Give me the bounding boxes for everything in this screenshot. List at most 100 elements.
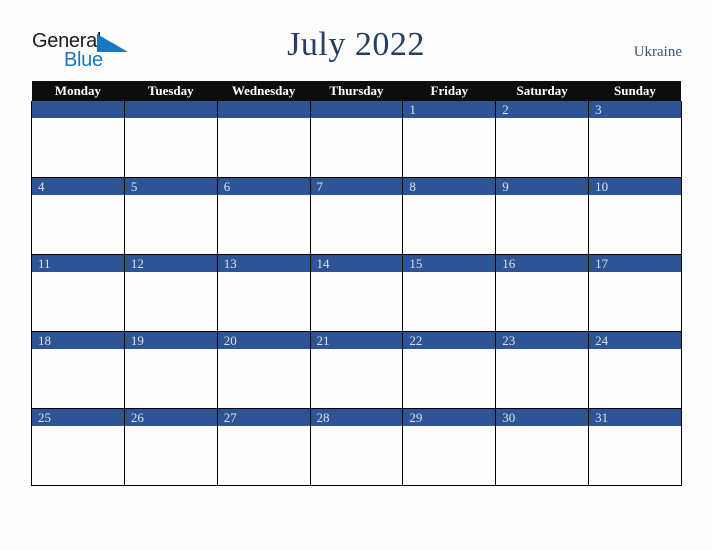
day-cell[interactable]: 21	[309, 331, 404, 409]
day-cell[interactable]: 9	[495, 177, 590, 255]
day-cell[interactable]: 20	[216, 331, 311, 409]
day-notes-area[interactable]	[589, 426, 681, 485]
day-cell[interactable]	[31, 101, 125, 178]
day-notes-area[interactable]	[125, 272, 217, 331]
day-cell[interactable]: 16	[495, 254, 590, 332]
day-notes-area[interactable]	[32, 349, 124, 408]
day-cell[interactable]: 10	[588, 177, 682, 255]
day-number: 9	[496, 178, 589, 195]
calendar-week-row: 4 5 6 7 8 9 10	[31, 177, 682, 255]
day-notes-area[interactable]	[496, 426, 588, 485]
day-cell[interactable]: 14	[309, 254, 404, 332]
day-number: 23	[496, 332, 589, 349]
day-number: 18	[32, 332, 124, 349]
day-number: 16	[496, 255, 589, 272]
day-number: 13	[217, 255, 310, 272]
weekday-header-tuesday: Tuesday	[124, 81, 218, 101]
day-cell[interactable]: 29	[402, 408, 497, 486]
day-cell[interactable]: 31	[588, 408, 682, 486]
day-cell[interactable]: 6	[216, 177, 311, 255]
day-cell[interactable]: 30	[495, 408, 590, 486]
day-cell[interactable]	[309, 101, 404, 178]
weekday-header-friday: Friday	[402, 81, 496, 101]
day-cell[interactable]	[123, 101, 218, 178]
day-notes-area[interactable]	[589, 349, 681, 408]
day-cell[interactable]: 5	[123, 177, 218, 255]
day-number	[32, 101, 124, 118]
day-number: 1	[403, 101, 496, 118]
day-notes-area[interactable]	[403, 195, 495, 254]
day-notes-area[interactable]	[125, 195, 217, 254]
calendar-body: 1 2 3 4 5 6 7 8 9 10 11 12 13 14 15 16 1…	[31, 101, 682, 486]
day-cell[interactable]: 11	[31, 254, 125, 332]
day-notes-area[interactable]	[311, 426, 403, 485]
day-number: 28	[310, 409, 403, 426]
day-number: 3	[589, 101, 681, 118]
day-number: 22	[403, 332, 496, 349]
day-cell[interactable]: 18	[31, 331, 125, 409]
day-cell[interactable]: 19	[123, 331, 218, 409]
day-cell[interactable]: 17	[588, 254, 682, 332]
day-cell[interactable]: 15	[402, 254, 497, 332]
day-notes-area[interactable]	[496, 272, 588, 331]
day-number: 4	[32, 178, 124, 195]
day-notes-area[interactable]	[496, 349, 588, 408]
day-notes-area[interactable]	[125, 118, 217, 177]
day-notes-area[interactable]	[311, 118, 403, 177]
day-notes-area[interactable]	[32, 426, 124, 485]
day-cell[interactable]: 26	[123, 408, 218, 486]
day-notes-area[interactable]	[403, 118, 495, 177]
day-number: 7	[310, 178, 403, 195]
day-cell[interactable]: 24	[588, 331, 682, 409]
day-number: 12	[124, 255, 217, 272]
day-cell[interactable]: 22	[402, 331, 497, 409]
day-notes-area[interactable]	[218, 195, 310, 254]
day-cell[interactable]: 28	[309, 408, 404, 486]
day-cell[interactable]: 3	[588, 101, 682, 178]
day-notes-area[interactable]	[311, 272, 403, 331]
month-calendar: Monday Tuesday Wednesday Thursday Friday…	[31, 81, 682, 486]
day-notes-area[interactable]	[218, 426, 310, 485]
day-notes-area[interactable]	[218, 118, 310, 177]
day-cell[interactable]: 13	[216, 254, 311, 332]
day-notes-area[interactable]	[311, 195, 403, 254]
day-cell[interactable]: 27	[216, 408, 311, 486]
day-notes-area[interactable]	[125, 426, 217, 485]
day-notes-area[interactable]	[589, 272, 681, 331]
day-cell[interactable]: 12	[123, 254, 218, 332]
day-notes-area[interactable]	[403, 272, 495, 331]
day-notes-area[interactable]	[403, 426, 495, 485]
day-notes-area[interactable]	[311, 349, 403, 408]
day-notes-area[interactable]	[589, 118, 681, 177]
day-cell[interactable]: 1	[402, 101, 497, 178]
weekday-header-saturday: Saturday	[495, 81, 589, 101]
day-cell[interactable]: 4	[31, 177, 125, 255]
day-notes-area[interactable]	[589, 195, 681, 254]
day-cell[interactable]: 8	[402, 177, 497, 255]
day-notes-area[interactable]	[218, 349, 310, 408]
day-cell[interactable]: 2	[495, 101, 590, 178]
day-notes-area[interactable]	[496, 118, 588, 177]
page-title: July 2022	[287, 26, 425, 63]
day-notes-area[interactable]	[32, 272, 124, 331]
day-number: 29	[403, 409, 496, 426]
day-notes-area[interactable]	[32, 118, 124, 177]
day-notes-area[interactable]	[218, 272, 310, 331]
calendar-page: General Blue July 2022 Ukraine Monday Tu…	[0, 0, 712, 550]
day-cell[interactable]: 23	[495, 331, 590, 409]
weekday-header-monday: Monday	[31, 81, 125, 101]
day-cell[interactable]: 25	[31, 408, 125, 486]
day-notes-area[interactable]	[32, 195, 124, 254]
day-cell[interactable]	[216, 101, 311, 178]
calendar-header-row: Monday Tuesday Wednesday Thursday Friday…	[31, 81, 682, 101]
day-cell[interactable]: 7	[309, 177, 404, 255]
day-notes-area[interactable]	[125, 349, 217, 408]
day-number: 27	[217, 409, 310, 426]
day-number: 30	[496, 409, 589, 426]
day-number: 15	[403, 255, 496, 272]
day-number: 19	[124, 332, 217, 349]
day-number: 8	[403, 178, 496, 195]
day-notes-area[interactable]	[496, 195, 588, 254]
day-notes-area[interactable]	[403, 349, 495, 408]
day-number	[124, 101, 217, 118]
